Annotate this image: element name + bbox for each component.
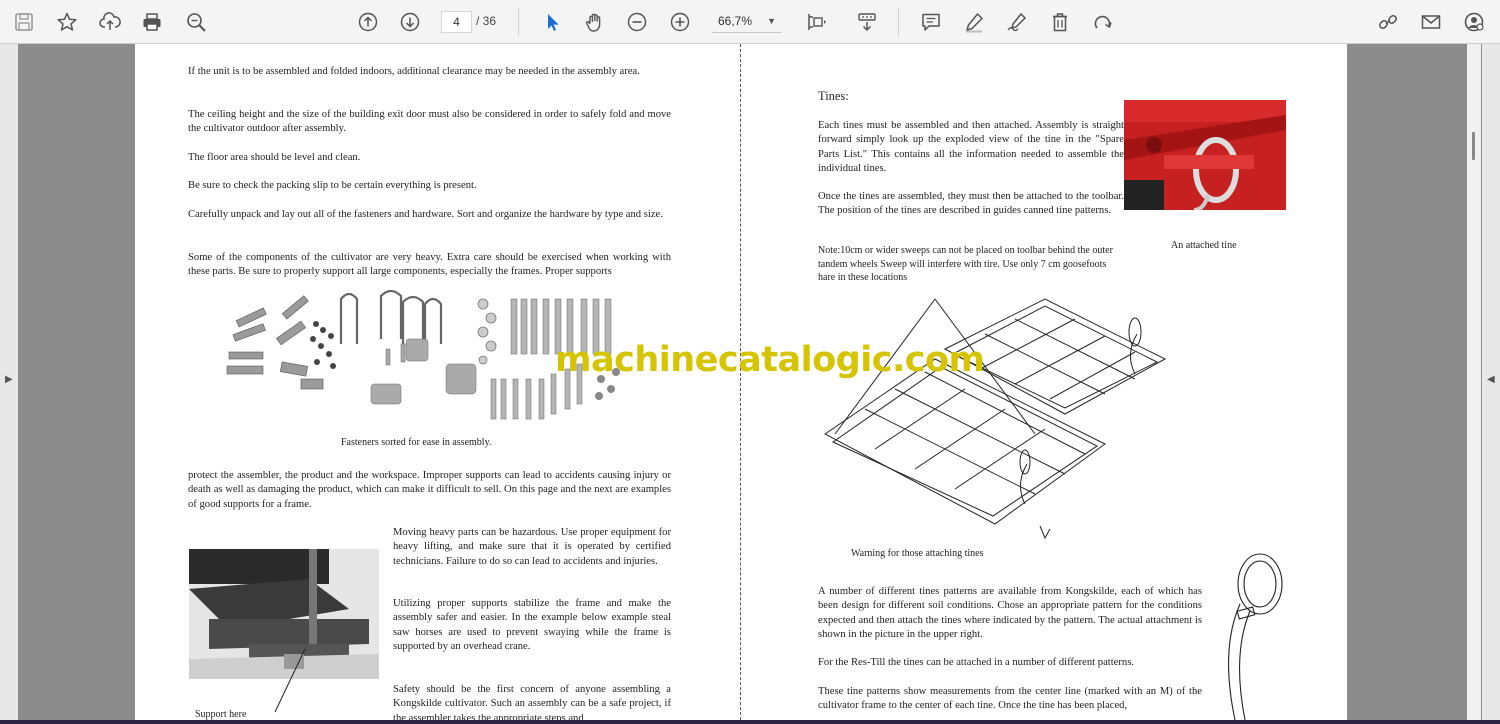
select-cursor-icon[interactable] (537, 7, 567, 37)
zoom-search-icon[interactable] (181, 7, 211, 37)
sign-icon[interactable] (1002, 7, 1032, 37)
figure-caption: Warning for those attaching tines (851, 548, 984, 559)
paragraph: Once the tines are assembled, they must … (818, 191, 1124, 217)
note: Note:10cm or wider sweeps can not be pla… (818, 245, 1113, 283)
account-icon[interactable] (1459, 7, 1489, 37)
comment-icon[interactable] (916, 7, 946, 37)
paragraph: If the unit is to be assembled and folde… (188, 66, 640, 77)
document-viewer[interactable]: ▶ If the unit is to be assembled and fol… (0, 44, 1500, 720)
zoom-select[interactable]: 66,7% ▼ (712, 11, 782, 33)
paragraph: Carefully unpack and lay out all of the … (188, 209, 663, 220)
frame-diagram (824, 298, 1167, 540)
paragraph: A number of different tines patterns are… (818, 586, 1202, 640)
highlight-pen-icon[interactable] (959, 7, 989, 37)
pdf-page-spread: If the unit is to be assembled and folde… (135, 44, 1347, 720)
right-panel-toggle[interactable]: ◀ (1482, 44, 1500, 720)
delete-icon[interactable] (1045, 7, 1075, 37)
share-link-icon[interactable] (1373, 7, 1403, 37)
paragraph: Safety should be the first concern of an… (393, 684, 671, 720)
print-icon[interactable] (137, 7, 167, 37)
page-up-icon[interactable] (353, 7, 383, 37)
paragraph: Be sure to check the packing slip to be … (188, 180, 477, 191)
page-divider (740, 44, 741, 720)
zoom-out-icon[interactable] (622, 7, 652, 37)
zoom-in-icon[interactable] (665, 7, 695, 37)
save-icon[interactable] (9, 7, 39, 37)
zoom-value: 66,7% (718, 14, 753, 28)
scrollbar-thumb[interactable] (1472, 132, 1475, 160)
paragraph: For the Res-Till the tines can be attach… (818, 657, 1134, 668)
paragraph: Each tines must be assembled and then at… (818, 120, 1124, 174)
hand-icon[interactable] (580, 7, 610, 37)
scroll-mode-icon[interactable] (852, 7, 882, 37)
section-heading: Tines: (818, 89, 849, 103)
callout-line (274, 648, 306, 713)
paragraph: protect the assembler, the product and t… (188, 470, 671, 510)
bookmark-star-icon[interactable] (52, 7, 82, 37)
toolbar: 4 / 36 66,7% ▼ (0, 0, 1500, 44)
figure-caption: Support here (195, 709, 247, 720)
watermark-text: machinecatalogic.com (555, 340, 985, 380)
upload-icon[interactable] (95, 7, 125, 37)
tine-photo (1124, 100, 1286, 210)
toolbar-separator (898, 8, 899, 36)
fit-page-icon[interactable] (802, 7, 832, 37)
chevron-down-icon: ▼ (767, 16, 776, 26)
toolbar-separator (518, 8, 519, 36)
paragraph: These tine patterns show measurements fr… (818, 686, 1202, 712)
page-down-icon[interactable] (395, 7, 425, 37)
chevron-right-icon[interactable]: ▶ (5, 374, 13, 385)
paragraph: Moving heavy parts can be hazardous. Use… (393, 527, 671, 567)
figure-caption: An attached tine (1171, 240, 1237, 251)
mail-icon[interactable] (1416, 7, 1446, 37)
page-number-input[interactable]: 4 (441, 11, 472, 33)
figure-caption: Fasteners sorted for ease in assembly. (341, 437, 492, 448)
paragraph: The ceiling height and the size of the b… (188, 109, 671, 135)
left-panel-toggle[interactable]: ▶ (0, 44, 18, 720)
tine-drawing (1228, 553, 1283, 720)
paragraph: Some of the components of the cultivator… (188, 252, 671, 278)
paragraph: Utilizing proper supports stabilize the … (393, 598, 671, 652)
taskbar-strip (0, 720, 1500, 724)
rotate-icon[interactable] (1088, 7, 1118, 37)
page-total: / 36 (476, 14, 497, 28)
chevron-left-icon[interactable]: ◀ (1487, 374, 1495, 385)
paragraph: The floor area should be level and clean… (188, 152, 361, 163)
